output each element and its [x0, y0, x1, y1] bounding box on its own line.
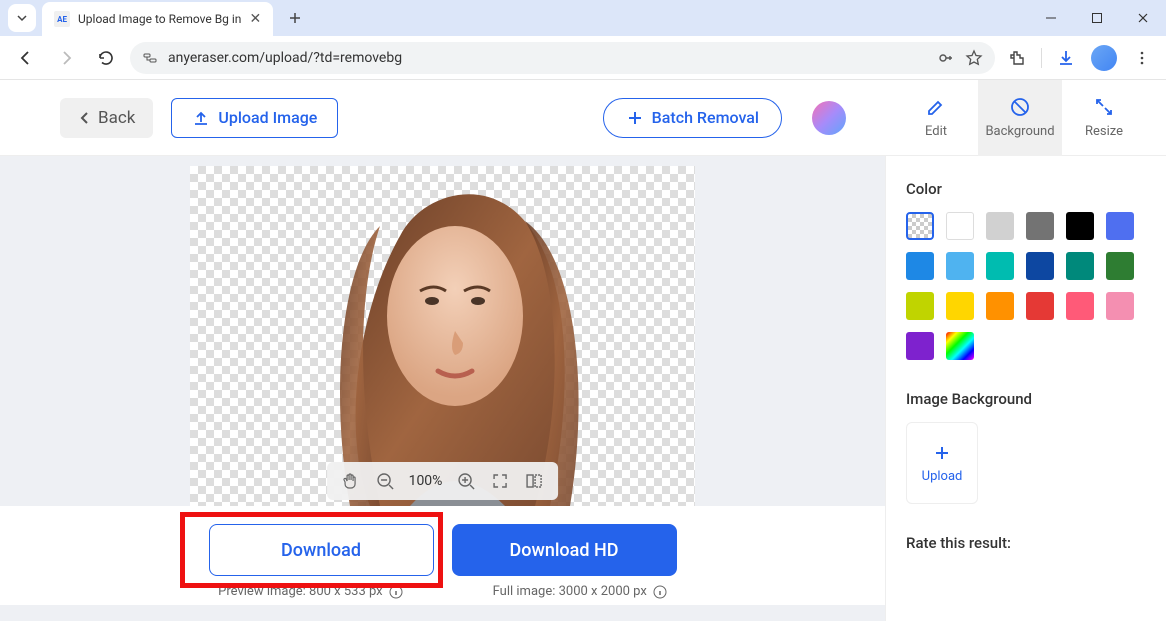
image-background-heading: Image Background	[906, 390, 1146, 408]
color-swatch[interactable]	[906, 292, 934, 320]
info-icon	[389, 585, 403, 599]
separator	[1041, 48, 1042, 68]
resize-icon	[1093, 96, 1115, 118]
color-swatches	[906, 212, 1146, 360]
color-swatch[interactable]	[1066, 212, 1094, 240]
plus-icon	[932, 443, 952, 463]
color-swatch[interactable]	[986, 252, 1014, 280]
background-icon	[1009, 96, 1031, 118]
full-size-info: Full image: 3000 x 2000 px	[493, 584, 667, 599]
batch-label: Batch Removal	[652, 108, 759, 127]
color-swatch[interactable]	[1026, 292, 1054, 320]
tool-tabs: Edit Background Resize	[894, 80, 1146, 156]
rate-heading: Rate this result:	[906, 534, 1146, 552]
color-swatch[interactable]	[906, 212, 934, 240]
window-controls	[1028, 0, 1166, 36]
tab-edit-label: Edit	[925, 124, 947, 139]
zoom-in-icon[interactable]	[456, 471, 476, 491]
extensions-icon[interactable]	[1003, 44, 1031, 72]
color-swatch[interactable]	[946, 212, 974, 240]
canvas[interactable]: 100%	[190, 166, 695, 506]
downloads-icon[interactable]	[1052, 44, 1080, 72]
close-tab-icon[interactable]: ✕	[249, 11, 261, 27]
zoom-out-icon[interactable]	[375, 471, 395, 491]
tab-background[interactable]: Background	[978, 80, 1062, 156]
batch-removal-button[interactable]: Batch Removal	[603, 98, 782, 138]
user-avatar[interactable]	[812, 101, 846, 135]
back-button[interactable]: Back	[60, 98, 153, 138]
url-text: anyeraser.com/upload/?td=removebg	[168, 50, 927, 66]
pan-hand-icon[interactable]	[341, 471, 361, 491]
result-image	[310, 166, 590, 506]
preview-size-info: Preview image: 800 x 533 px	[218, 584, 402, 599]
tab-search-button[interactable]	[8, 4, 36, 32]
tab-favicon: AE	[54, 11, 70, 27]
back-label: Back	[98, 108, 135, 128]
color-swatch[interactable]	[1066, 292, 1094, 320]
reload-button[interactable]	[90, 42, 122, 74]
chevron-left-icon	[78, 111, 92, 125]
url-input[interactable]: anyeraser.com/upload/?td=removebg	[130, 42, 995, 74]
browser-tab[interactable]: AE Upload Image to Remove Bg in ✕	[42, 2, 273, 36]
color-swatch[interactable]	[906, 252, 934, 280]
download-hd-button[interactable]: Download HD	[452, 524, 677, 576]
maximize-button[interactable]	[1074, 0, 1120, 36]
color-swatch[interactable]	[1106, 292, 1134, 320]
color-swatch[interactable]	[986, 212, 1014, 240]
close-window-button[interactable]	[1120, 0, 1166, 36]
site-settings-icon[interactable]	[142, 50, 158, 66]
color-heading: Color	[906, 180, 1146, 198]
upload-label: Upload Image	[218, 108, 317, 127]
browser-tab-strip: AE Upload Image to Remove Bg in ✕	[0, 0, 1166, 36]
color-swatch[interactable]	[946, 332, 974, 360]
password-key-icon[interactable]	[937, 49, 955, 67]
canvas-area: 100% Download Download HD Preview image:…	[0, 156, 886, 621]
nav-back-button[interactable]	[10, 42, 42, 74]
color-swatch[interactable]	[1066, 252, 1094, 280]
tab-edit[interactable]: Edit	[894, 80, 978, 156]
edit-icon	[925, 96, 947, 118]
color-swatch[interactable]	[1106, 212, 1134, 240]
compare-icon[interactable]	[524, 471, 544, 491]
main-area: 100% Download Download HD Preview image:…	[0, 156, 1166, 621]
download-row: Download Download HD	[0, 506, 885, 584]
app-header: Back Upload Image Batch Removal Edit Bac…	[0, 80, 1166, 156]
color-swatch[interactable]	[986, 292, 1014, 320]
new-tab-button[interactable]	[281, 4, 309, 32]
tab-resize-label: Resize	[1085, 124, 1123, 139]
color-swatch[interactable]	[1026, 252, 1054, 280]
upload-image-button[interactable]: Upload Image	[171, 98, 338, 138]
bookmark-star-icon[interactable]	[965, 49, 983, 67]
upload-bg-label: Upload	[922, 469, 963, 484]
info-row: Preview image: 800 x 533 px Full image: …	[0, 584, 885, 605]
color-swatch[interactable]	[1106, 252, 1134, 280]
zoom-value: 100%	[409, 473, 443, 489]
color-swatch[interactable]	[906, 332, 934, 360]
plus-icon	[626, 109, 644, 127]
tab-title: Upload Image to Remove Bg in	[78, 12, 241, 26]
address-bar: anyeraser.com/upload/?td=removebg	[0, 36, 1166, 80]
color-swatch[interactable]	[946, 252, 974, 280]
side-panel: Color Image Background Upload Rate this …	[886, 156, 1166, 621]
minimize-button[interactable]	[1028, 0, 1074, 36]
profile-icon[interactable]	[1090, 44, 1118, 72]
zoom-toolbar: 100%	[327, 462, 559, 500]
tab-resize[interactable]: Resize	[1062, 80, 1146, 156]
download-button[interactable]: Download	[209, 524, 434, 576]
menu-dots-icon[interactable]	[1128, 44, 1156, 72]
tab-background-label: Background	[985, 124, 1054, 139]
upload-background-button[interactable]: Upload	[906, 422, 978, 504]
color-swatch[interactable]	[1026, 212, 1054, 240]
upload-icon	[192, 109, 210, 127]
nav-forward-button[interactable]	[50, 42, 82, 74]
color-swatch[interactable]	[946, 292, 974, 320]
info-icon	[653, 585, 667, 599]
fullscreen-icon[interactable]	[490, 471, 510, 491]
